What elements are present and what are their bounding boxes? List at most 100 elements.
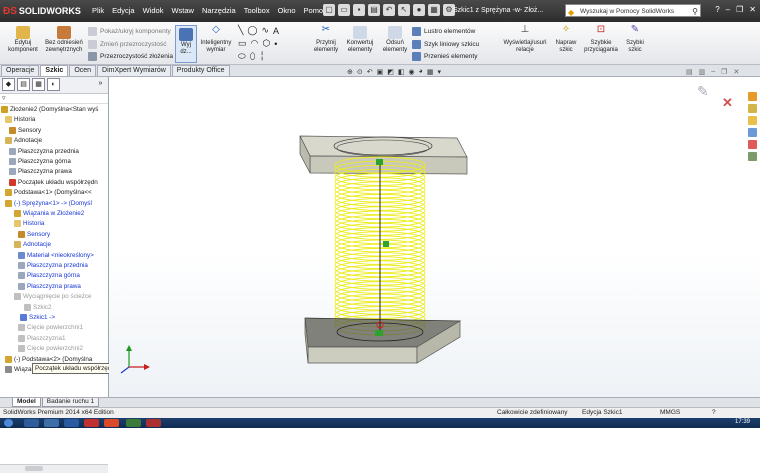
open-icon[interactable]: ▭ — [338, 4, 350, 16]
display-manager-tab-icon[interactable]: ◐ — [47, 78, 60, 91]
menu-widok[interactable]: Widok — [143, 6, 164, 15]
taskbar-app-2-icon[interactable] — [44, 419, 59, 427]
change-transparency-button[interactable]: Zmień przezroczystość — [88, 40, 166, 49]
centerline-icon[interactable]: ╎ — [259, 51, 264, 62]
help-icon[interactable]: ? — [715, 5, 719, 14]
view-palette-icon[interactable] — [748, 128, 757, 137]
tree-item[interactable]: Historia — [14, 219, 44, 228]
linear-pattern-button[interactable]: Szyk liniowy szkicu — [412, 40, 479, 49]
viewport-restore-icon[interactable]: ❐ — [721, 68, 727, 76]
new-document-icon[interactable]: ▢ — [323, 4, 335, 16]
tree-item[interactable]: Szkic1 -> — [20, 313, 55, 322]
tree-item[interactable]: Początek układu współrzędn — [9, 178, 98, 187]
tree-item[interactable]: (-) Sprężyna<1> -> (Domyśl — [5, 199, 92, 208]
trim-entities-button[interactable]: ✂ Przytnij elementy — [310, 25, 342, 54]
panel-horizontal-scrollbar[interactable] — [0, 464, 108, 473]
section-view-icon[interactable]: ▣ — [377, 68, 384, 76]
tree-item[interactable]: Adnotacje — [14, 240, 51, 249]
select-icon[interactable]: ↖ — [398, 4, 410, 16]
view-settings-icon[interactable]: ▾ — [437, 68, 441, 76]
text-icon[interactable]: A — [273, 26, 279, 36]
tree-item[interactable]: Wyciągnięcie po ścieżce — [14, 292, 92, 301]
menu-narzedzia[interactable]: Narzędzia — [202, 6, 236, 15]
property-manager-tab-icon[interactable]: ▤ — [17, 78, 30, 91]
tree-item[interactable]: Szkic2 — [24, 303, 52, 312]
menu-okno[interactable]: Okno — [278, 6, 296, 15]
viewport-close-icon[interactable]: ✕ — [733, 68, 739, 76]
solidworks-logo[interactable]: ƉS SOLIDWORKS — [3, 4, 81, 18]
design-library-icon[interactable] — [748, 104, 757, 113]
line-icon[interactable]: ╲ — [238, 25, 243, 36]
mirror-entities-button[interactable]: Lustro elementów — [412, 27, 475, 36]
ellipse-icon[interactable]: ⬯ — [250, 51, 256, 62]
undo-icon[interactable]: ↶ — [383, 4, 395, 16]
convert-entities-button[interactable]: Konwertuj elementy — [342, 26, 378, 54]
zoom-to-fit-icon[interactable]: ⊕ — [347, 68, 353, 76]
tree-item[interactable]: Cięcie powierzchni1 — [18, 323, 83, 332]
taskbar-app-3-icon[interactable] — [64, 419, 79, 427]
taskbar-solidworks-icon[interactable] — [84, 419, 99, 427]
status-help-icon[interactable]: ? — [712, 408, 716, 418]
repair-sketch-button[interactable]: ✧ Napraw szkic — [553, 25, 579, 54]
search-icon[interactable]: ⚲ — [692, 5, 698, 18]
slot-icon[interactable]: ⬭ — [238, 51, 246, 62]
tree-item[interactable]: Materiał <nieokreślony> — [18, 251, 94, 260]
tree-filter[interactable]: ▿ — [0, 94, 108, 104]
tab-motion-study[interactable]: Badanie ruchu 1 — [41, 398, 100, 407]
tree-item[interactable]: Płaszczyzna przednia — [18, 261, 88, 270]
view-orientation-icon[interactable]: ◩ — [387, 68, 394, 76]
circle-icon[interactable]: ◯ — [247, 25, 257, 36]
tree-item[interactable]: Płaszczyzna górna — [9, 157, 71, 166]
move-entities-button[interactable]: Przenieś elementy — [412, 52, 477, 61]
solidworks-resources-icon[interactable] — [748, 92, 757, 101]
cancel-sketch-icon[interactable]: ✕ — [722, 95, 733, 111]
spline-icon[interactable]: ∿ — [262, 25, 270, 36]
tree-item[interactable]: Wiązania w Złożenie2 — [14, 209, 84, 218]
no-external-refs-button[interactable]: Bez odniesień zewnętrznych — [44, 26, 84, 54]
close-icon[interactable]: ✕ — [749, 5, 756, 14]
minimize-icon[interactable]: – — [726, 5, 730, 14]
tree-item[interactable]: Cięcie powierzchni2 — [18, 344, 83, 353]
confirm-corner-sketch-icon[interactable]: ✎ — [697, 83, 717, 99]
taskbar-app-5-icon[interactable] — [104, 419, 119, 427]
smart-dimension-button[interactable]: ◇ Inteligentny wymiar — [198, 25, 234, 54]
zoom-area-icon[interactable]: ⊙ — [357, 68, 363, 76]
viewport-layout-icon[interactable]: ▤ — [686, 68, 693, 76]
scroll-thumb[interactable] — [25, 466, 43, 471]
configuration-manager-tab-icon[interactable]: ▦ — [32, 78, 45, 91]
file-properties-icon[interactable]: ▦ — [428, 4, 440, 16]
display-style-icon[interactable]: ◧ — [398, 68, 405, 76]
sketch-endpoint-bottom[interactable] — [375, 330, 383, 336]
taskbar-app-7-icon[interactable] — [146, 419, 161, 427]
tree-item[interactable]: Adnotacje — [5, 136, 42, 145]
tree-item[interactable]: Historia — [5, 115, 35, 124]
arc-icon[interactable]: ◠ — [251, 38, 259, 49]
menu-wstaw[interactable]: Wstaw — [171, 6, 194, 15]
start-button-icon[interactable] — [4, 419, 13, 427]
assembly-transparency-button[interactable]: Przezroczystość złożenia — [88, 52, 173, 61]
tree-item[interactable]: Płaszczyzna prawa — [9, 167, 72, 176]
tree-item[interactable]: Sensory — [18, 230, 50, 239]
quick-snaps-button[interactable]: ⊡ Szybkie przyciągania — [583, 25, 619, 54]
tab-produkty-office[interactable]: Produkty Office — [171, 65, 230, 76]
display-relations-button[interactable]: ⊥ Wyświetlaj/usuń relacje — [498, 25, 552, 54]
viewport-layout-2-icon[interactable]: ▥ — [699, 68, 706, 76]
status-units[interactable]: MMGS — [660, 408, 680, 418]
tree-item[interactable]: Płaszczyzna prawa — [18, 282, 81, 291]
tab-dimxpert[interactable]: DimXpert Wymiarów — [97, 65, 171, 76]
rectangle-icon[interactable]: ▭ — [238, 38, 247, 49]
taskbar-clock[interactable]: 17:39 — [735, 419, 750, 425]
tab-szkic[interactable]: Szkic — [40, 65, 69, 76]
feature-manager-tab-icon[interactable]: ◆ — [2, 78, 15, 91]
taskbar-app-1-icon[interactable] — [24, 419, 39, 427]
viewport-minimize-icon[interactable]: – — [711, 68, 715, 76]
tree-item[interactable]: Płaszczyzna przednia — [9, 147, 79, 156]
rebuild-icon[interactable]: ● — [413, 4, 425, 16]
sketch-relation-marker[interactable] — [383, 241, 389, 247]
help-search-input[interactable]: ◆ Wyszukaj w Pomocy SolidWorks ⚲ — [565, 4, 701, 17]
print-icon[interactable]: ▤ — [368, 4, 380, 16]
expand-panel-icon[interactable]: » — [95, 78, 106, 89]
menu-toolbox[interactable]: Toolbox — [244, 6, 270, 15]
menu-plik[interactable]: Plik — [92, 6, 104, 15]
appearances-icon[interactable] — [748, 140, 757, 149]
